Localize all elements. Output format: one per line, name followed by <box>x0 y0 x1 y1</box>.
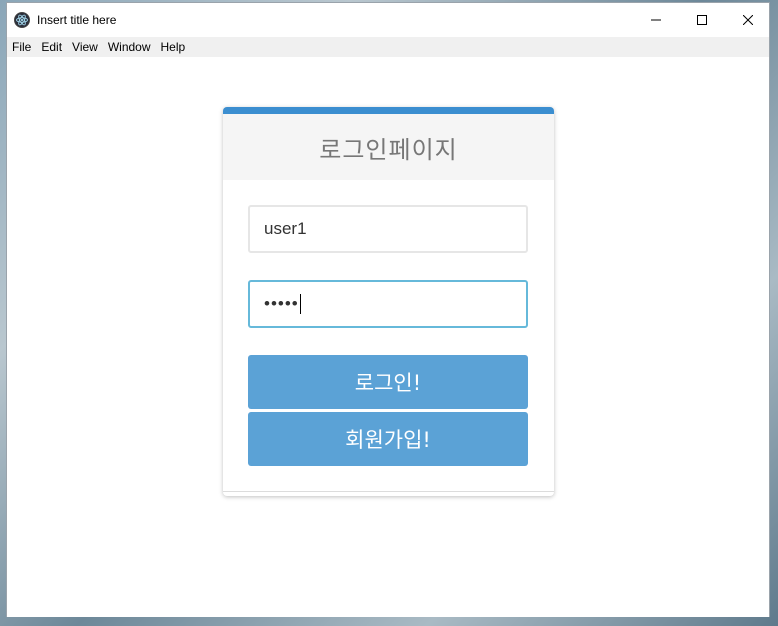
menu-edit[interactable]: Edit <box>36 37 67 57</box>
maximize-button[interactable] <box>679 3 725 37</box>
text-caret <box>299 294 301 314</box>
login-form: ••••• 로그인! 회원가입! <box>223 180 554 466</box>
maximize-icon <box>697 15 707 25</box>
password-input[interactable]: ••••• <box>248 280 528 328</box>
menu-view[interactable]: View <box>67 37 103 57</box>
menu-file[interactable]: File <box>7 37 36 57</box>
page-content: 로그인페이지 ••••• 로그인! 회원가입! <box>7 57 769 617</box>
menu-help[interactable]: Help <box>156 37 191 57</box>
minimize-icon <box>651 19 661 21</box>
atom-icon <box>14 12 30 28</box>
window-title: Insert title here <box>37 13 117 27</box>
close-button[interactable] <box>725 3 771 37</box>
menu-window[interactable]: Window <box>103 37 156 57</box>
minimize-button[interactable] <box>633 3 679 37</box>
login-button[interactable]: 로그인! <box>248 355 528 409</box>
login-heading: 로그인페이지 <box>223 114 554 180</box>
signup-button[interactable]: 회원가입! <box>248 412 528 466</box>
close-icon <box>743 15 753 25</box>
login-panel: 로그인페이지 ••••• 로그인! 회원가입! <box>223 107 554 496</box>
password-mask: ••••• <box>264 294 299 313</box>
menu-bar: File Edit View Window Help <box>7 37 769 57</box>
title-bar[interactable]: Insert title here <box>7 3 769 37</box>
username-input[interactable] <box>248 205 528 253</box>
app-window: Insert title here File Edit View Window … <box>6 2 770 617</box>
